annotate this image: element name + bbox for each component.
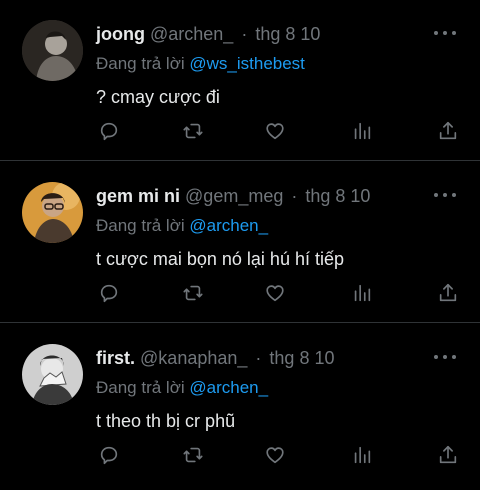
tweet[interactable]: first. @kanaphan_ · thg 8 10 Đang trả lờ… (0, 324, 480, 485)
reply-prefix: Đang trả lời (96, 54, 185, 73)
reply-mention[interactable]: @archen_ (189, 216, 268, 235)
reply-prefix: Đang trả lời (96, 216, 185, 235)
like-icon[interactable] (263, 119, 287, 143)
more-icon[interactable] (434, 26, 456, 40)
separator: · (255, 348, 262, 368)
reply-icon[interactable] (97, 119, 121, 143)
tweet[interactable]: gem mi ni @gem_meg · thg 8 10 Đang trả l… (0, 162, 480, 323)
retweet-icon[interactable] (181, 119, 205, 143)
tweet-text: t theo th bị cr phũ (96, 411, 236, 431)
display-name[interactable]: gem mi ni (96, 186, 180, 206)
retweet-icon[interactable] (181, 443, 205, 467)
reply-context: Đang trả lời @ws_isthebest (96, 52, 305, 76)
more-icon[interactable] (434, 188, 456, 202)
display-name[interactable]: joong (96, 24, 145, 44)
tweet-text: t cược mai bọn nó lại hú hí tiếp (96, 249, 344, 269)
separator: · (241, 24, 248, 44)
reply-mention[interactable]: @ws_isthebest (189, 54, 305, 73)
display-name[interactable]: first. (96, 348, 135, 368)
share-icon[interactable] (436, 281, 460, 305)
tweet-header: joong @archen_ · thg 8 10 (96, 22, 320, 46)
reply-mention[interactable]: @archen_ (189, 378, 268, 397)
more-icon[interactable] (434, 350, 456, 364)
action-bar (97, 443, 462, 469)
share-icon[interactable] (436, 443, 460, 467)
timestamp[interactable]: thg 8 10 (255, 24, 320, 44)
separator: · (291, 186, 298, 206)
tweet-header: first. @kanaphan_ · thg 8 10 (96, 346, 334, 370)
share-icon[interactable] (436, 119, 460, 143)
timestamp[interactable]: thg 8 10 (305, 186, 370, 206)
views-icon[interactable] (350, 443, 374, 467)
views-icon[interactable] (350, 281, 374, 305)
action-bar (97, 119, 462, 145)
action-bar (97, 281, 462, 307)
tweet-header: gem mi ni @gem_meg · thg 8 10 (96, 184, 370, 208)
reply-context: Đang trả lời @archen_ (96, 214, 268, 238)
views-icon[interactable] (350, 119, 374, 143)
avatar[interactable] (22, 182, 83, 243)
reply-icon[interactable] (97, 443, 121, 467)
reply-icon[interactable] (97, 281, 121, 305)
like-icon[interactable] (263, 443, 287, 467)
like-icon[interactable] (263, 281, 287, 305)
reply-prefix: Đang trả lời (96, 378, 185, 397)
user-handle[interactable]: @gem_meg (185, 186, 283, 206)
reply-context: Đang trả lời @archen_ (96, 376, 268, 400)
retweet-icon[interactable] (181, 281, 205, 305)
tweet[interactable]: joong @archen_ · thg 8 10 Đang trả lời @… (0, 0, 480, 161)
user-handle[interactable]: @archen_ (150, 24, 233, 44)
tweet-text: ? cmay cược đi (96, 87, 220, 107)
avatar[interactable] (22, 20, 83, 81)
user-handle[interactable]: @kanaphan_ (140, 348, 247, 368)
timestamp[interactable]: thg 8 10 (269, 348, 334, 368)
avatar[interactable] (22, 344, 83, 405)
